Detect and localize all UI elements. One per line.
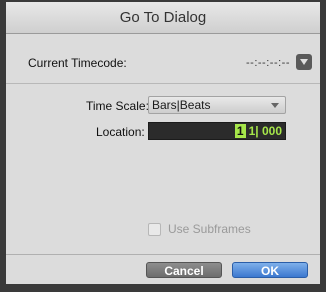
location-field[interactable]: 1 1| 000 <box>148 122 286 140</box>
time-scale-label: Time Scale: <box>86 99 149 113</box>
chevron-down-icon <box>300 59 308 65</box>
current-timecode-label: Current Timecode: <box>28 56 127 70</box>
location-label: Location: <box>96 125 145 139</box>
use-subframes-row: Use Subframes <box>148 222 251 236</box>
current-timecode-section: Current Timecode: --:--:--:-- <box>6 34 320 84</box>
location-bar-value[interactable]: 1 <box>234 124 246 138</box>
title-bar: Go To Dialog <box>6 2 320 34</box>
use-subframes-label: Use Subframes <box>168 222 251 236</box>
dropdown-arrow-icon <box>271 103 279 108</box>
use-subframes-checkbox[interactable] <box>148 222 161 236</box>
window-title: Go To Dialog <box>119 9 207 26</box>
timecode-menu-button[interactable] <box>296 54 312 70</box>
current-timecode-value: --:--:--:-- <box>246 57 290 69</box>
location-beat-tick-value[interactable]: 1| 000 <box>246 124 282 138</box>
time-scale-value: Bars|Beats <box>152 98 211 112</box>
time-scale-select[interactable]: Bars|Beats <box>148 96 286 114</box>
cancel-button[interactable]: Cancel <box>146 262 222 278</box>
ok-button[interactable]: OK <box>232 262 308 278</box>
dialog-content: Current Timecode: --:--:--:-- Time Scale… <box>6 34 320 254</box>
go-to-dialog-window: Go To Dialog Current Timecode: --:--:--:… <box>0 0 326 292</box>
dialog-footer: Cancel OK <box>6 254 320 284</box>
